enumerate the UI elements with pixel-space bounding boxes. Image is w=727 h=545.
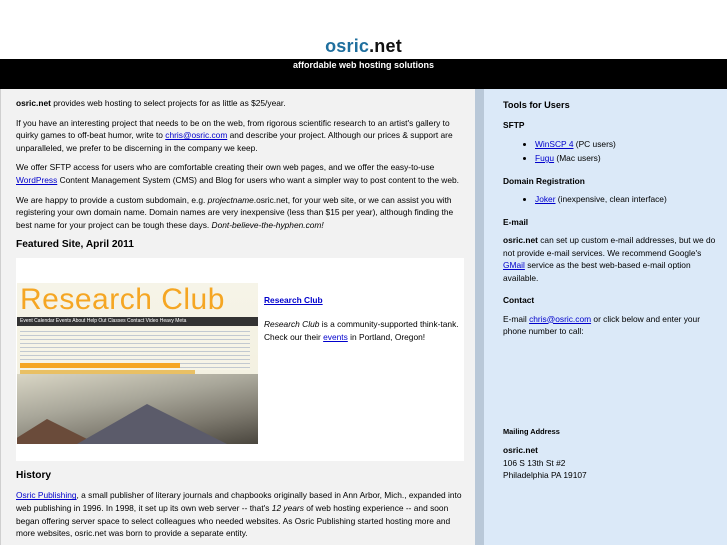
- header-banner: affordable web hosting solutions: [0, 59, 727, 89]
- list-item: Fugu (Mac users): [535, 152, 719, 165]
- screenshot-highlight: [20, 363, 180, 369]
- email-heading: E-mail: [503, 216, 529, 227]
- intro-paragraph: osric.net provides web hosting to select…: [16, 97, 465, 110]
- sftp-list: WinSCP 4 (PC users) Fugu (Mac users): [503, 138, 719, 165]
- mailing-line1: 106 S 13th St #2: [503, 457, 566, 468]
- featured-site-screenshot[interactable]: Research Club Event Calendar Events Abou…: [17, 283, 258, 445]
- domain-example: projectname: [207, 194, 254, 205]
- fugu-link[interactable]: Fugu: [535, 153, 554, 163]
- projects-paragraph: If you have an interesting project that …: [16, 117, 465, 155]
- contact-text: E-mail: [503, 313, 530, 324]
- featured-name: Research Club: [264, 319, 320, 330]
- logo-brand: osric: [325, 36, 370, 56]
- logo-tld: .net: [369, 36, 402, 56]
- featured-site-link[interactable]: Research Club: [264, 294, 323, 307]
- sftp-text: We offer SFTP access for users who are c…: [16, 162, 435, 173]
- call-widget-space: [503, 348, 719, 426]
- history-years: 12 years: [271, 502, 304, 513]
- email-text-end: service as the best web-based e-mail opt…: [503, 260, 691, 283]
- featured-text-end: in Portland, Oregon!: [347, 332, 426, 343]
- list-item: Joker (inexpensive, clean interface): [535, 193, 719, 206]
- landscape-ridge: [77, 404, 227, 445]
- domain-list: Joker (inexpensive, clean interface): [503, 193, 719, 206]
- winscp-note: (PC users): [573, 138, 616, 149]
- mailing-address: osric.net 106 S 13th St #2 Philadelphia …: [503, 444, 719, 482]
- tagline: affordable web hosting solutions: [292, 60, 434, 70]
- domain-text: We are happy to provide a custom subdoma…: [16, 194, 208, 205]
- screenshot-nav: Event Calendar Events About Help Out Cla…: [17, 317, 258, 327]
- joker-note: (inexpensive, clean interface): [555, 194, 667, 204]
- gmail-link[interactable]: GMail: [503, 260, 525, 270]
- email-brand: osric.net: [503, 235, 538, 245]
- intro-brand: osric.net: [16, 98, 51, 108]
- sftp-heading: SFTP: [503, 120, 525, 130]
- joker-link[interactable]: Joker: [535, 194, 555, 204]
- sftp-paragraph: We offer SFTP access for users who are c…: [16, 161, 465, 186]
- sftp-text-end: Content Management System (CMS) and Blog…: [57, 174, 459, 185]
- email-paragraph: osric.net can set up custom e-mail addre…: [503, 234, 719, 284]
- contact-heading: Contact: [503, 295, 535, 305]
- contact-paragraph: E-mail chris@osric.com or click below an…: [503, 313, 719, 338]
- sidebar-title: Tools for Users: [503, 100, 570, 110]
- featured-description: Research Club is a community-supported t…: [264, 318, 459, 344]
- fugu-note: (Mac users): [554, 153, 601, 163]
- history-paragraph: Osric Publishing, a small publisher of l…: [16, 489, 465, 539]
- winscp-link[interactable]: WinSCP 4: [535, 139, 573, 149]
- featured-heading: Featured Site, April 2011: [16, 239, 134, 251]
- mailing-name: osric.net: [503, 445, 538, 455]
- domain-paragraph: We are happy to provide a custom subdoma…: [16, 194, 465, 232]
- email-link[interactable]: chris@osric.com: [165, 130, 227, 140]
- contact-email-link[interactable]: chris@osric.com: [529, 314, 591, 324]
- featured-site-box: Research Club Event Calendar Events Abou…: [16, 258, 464, 462]
- history-heading: History: [16, 470, 52, 482]
- wordpress-link[interactable]: WordPress: [16, 175, 57, 185]
- domain-closing: Dont-believe-the-hyphen.com!: [211, 219, 324, 230]
- osric-publishing-link[interactable]: Osric Publishing: [16, 490, 77, 500]
- intro-text: provides web hosting to select projects …: [50, 98, 286, 108]
- mailing-line2: Philadelphia PA 19107: [503, 470, 587, 480]
- events-link[interactable]: events: [323, 332, 348, 342]
- sidebar: Tools for Users SFTP WinSCP 4 (PC users)…: [475, 89, 727, 545]
- site-logo[interactable]: osric.net: [0, 36, 727, 57]
- list-item: WinSCP 4 (PC users): [535, 138, 719, 151]
- screenshot-landscape: [17, 374, 258, 445]
- main-content: osric.net provides web hosting to select…: [0, 89, 475, 545]
- screenshot-title: Research Club: [20, 283, 225, 317]
- domain-registration-heading: Domain Registration: [503, 175, 585, 186]
- mailing-address-heading: Mailing Address: [503, 426, 560, 436]
